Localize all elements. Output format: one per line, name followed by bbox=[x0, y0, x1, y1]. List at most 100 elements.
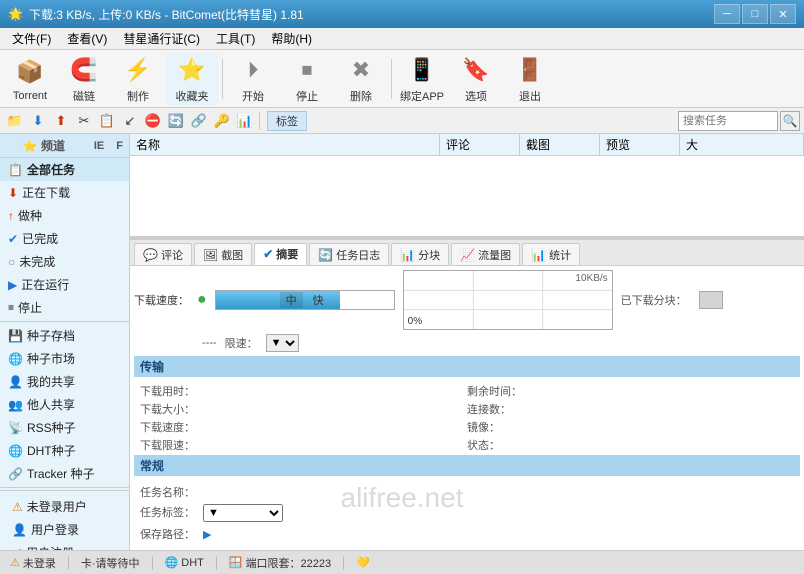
iconbar-sep1 bbox=[259, 112, 260, 130]
close-button[interactable]: ✕ bbox=[770, 4, 796, 24]
search-input[interactable] bbox=[678, 111, 778, 131]
sidebar-item-others-share[interactable]: 👥 他人共享 bbox=[0, 393, 129, 416]
sidebar-tab-channel[interactable]: ⭐ 频道 bbox=[0, 134, 88, 157]
speed-fast-btn[interactable]: 快 bbox=[307, 292, 330, 308]
all-tasks-icon: 📋 bbox=[8, 163, 23, 177]
market-icon: 🌐 bbox=[8, 352, 23, 366]
menu-help[interactable]: 帮助(H) bbox=[263, 28, 320, 49]
sidebar-item-market[interactable]: 🌐 种子市场 bbox=[0, 347, 129, 370]
sidebar-item-completed[interactable]: ✔ 已完成 bbox=[0, 227, 129, 250]
tab-screenshot[interactable]: 🖼 截图 bbox=[194, 243, 252, 265]
tab-stats[interactable]: 📊 统计 bbox=[522, 243, 580, 265]
sidebar-login[interactable]: 👤 用户登录 bbox=[4, 518, 125, 541]
bind-app-label: 绑定APP bbox=[400, 88, 444, 104]
tab-split[interactable]: 📊 分块 bbox=[391, 243, 449, 265]
sidebar-item-incomplete[interactable]: ○ 未完成 bbox=[0, 250, 129, 273]
sidebar-item-my-share[interactable]: 👤 我的共享 bbox=[0, 370, 129, 393]
sidebar-item-downloading[interactable]: ⬇ 正在下载 bbox=[0, 181, 129, 204]
sidebar-item-seeding[interactable]: ↑ 做种 bbox=[0, 204, 129, 227]
toolbar-make[interactable]: ⚡ 制作 bbox=[112, 53, 164, 105]
all-tasks-label: 全部任务 bbox=[27, 161, 75, 178]
iconbar-cut[interactable]: ✂ bbox=[73, 110, 95, 132]
toolbar-quit[interactable]: 🚪 退出 bbox=[504, 53, 556, 105]
sidebar-register[interactable]: ✔ 用户注册 bbox=[4, 541, 125, 550]
summary-icon: ✔ bbox=[263, 247, 273, 261]
sidebar: ⭐ 频道 IE F 📋 全部任务 ⬇ 正在下载 ↑ 做种 ✔ 已完成 ○ 未完成… bbox=[0, 134, 130, 550]
sidebar-item-running[interactable]: ▶ 正在运行 bbox=[0, 273, 129, 296]
tab-task-log[interactable]: 🔄 任务日志 bbox=[309, 243, 389, 265]
iconbar-chart[interactable]: 📊 bbox=[234, 110, 256, 132]
limit-select[interactable]: ▼ bbox=[266, 334, 299, 352]
sep1 bbox=[222, 59, 223, 99]
toolbar-start[interactable]: ⏵ 开始 bbox=[227, 53, 279, 105]
dht-icon: 🌐 bbox=[8, 444, 23, 458]
status-bar: ⚠ 未登录 卡·请等待中 🌐 DHT 🪟 端口限套：22223 💛 bbox=[0, 550, 804, 574]
tab-comment[interactable]: 💬 评论 bbox=[134, 243, 192, 265]
iconbar-refresh[interactable]: 🔄 bbox=[165, 110, 187, 132]
iconbar-key[interactable]: 🔑 bbox=[211, 110, 233, 132]
connections-key: 连接数： bbox=[467, 401, 511, 417]
downloading-label: 正在下载 bbox=[22, 184, 70, 201]
task-log-icon: 🔄 bbox=[318, 248, 333, 262]
sidebar-user-status: ⚠ 未登录用户 bbox=[4, 495, 125, 518]
menu-file[interactable]: 文件(F) bbox=[4, 28, 59, 49]
task-name-key: 任务名称： bbox=[140, 484, 195, 500]
sidebar-item-all-tasks[interactable]: 📋 全部任务 bbox=[0, 158, 129, 181]
maximize-button[interactable]: □ bbox=[742, 4, 768, 24]
iconbar-clip[interactable]: 📋 bbox=[96, 110, 118, 132]
toolbar-options[interactable]: 🔖 选项 bbox=[450, 53, 502, 105]
save-path-val: ▶ bbox=[203, 526, 794, 542]
sidebar-item-stopped[interactable]: ⏹ 停止 bbox=[0, 296, 129, 319]
info-row-dl-speed: 下载速度： bbox=[140, 419, 467, 435]
others-share-icon: 👥 bbox=[8, 398, 23, 412]
iconbar-arrow-dl[interactable]: ↙ bbox=[119, 110, 141, 132]
sidebar-tab-ie[interactable]: IE bbox=[88, 134, 110, 157]
toolbar-stop[interactable]: ⏹ 停止 bbox=[281, 53, 333, 105]
speed-chart: 10KB/s 0% bbox=[403, 270, 613, 330]
incomplete-label: 未完成 bbox=[19, 253, 55, 270]
info-row-status: 状态： bbox=[467, 437, 794, 453]
tab-summary[interactable]: ✔ 摘要 bbox=[254, 243, 307, 265]
info-row-connections: 连接数： bbox=[467, 401, 794, 417]
sidebar-item-rss[interactable]: 📡 RSS种子 bbox=[0, 416, 129, 439]
iconbar-folder[interactable]: 📁 bbox=[4, 110, 26, 132]
tracker-icon: 🔗 bbox=[8, 467, 23, 481]
stopped-icon: ⏹ bbox=[8, 300, 14, 315]
start-icon: ⏵ bbox=[237, 54, 269, 86]
tag-button[interactable]: 标签 bbox=[267, 111, 307, 131]
play-path-icon[interactable]: ▶ bbox=[203, 528, 211, 541]
status-div3 bbox=[216, 556, 217, 570]
toolbar-favorites[interactable]: ⭐ 收藏夹 bbox=[166, 53, 218, 105]
toolbar-torrent[interactable]: 📦 Torrent bbox=[4, 53, 56, 105]
sidebar-item-archive[interactable]: 💾 种子存档 bbox=[0, 324, 129, 347]
minimize-button[interactable]: ─ bbox=[714, 4, 740, 24]
sidebar-tab-f[interactable]: F bbox=[110, 134, 129, 157]
iconbar-up-red[interactable]: ⬆ bbox=[50, 110, 72, 132]
magnet-label: 磁链 bbox=[73, 88, 95, 104]
make-icon: ⚡ bbox=[122, 54, 154, 86]
task-list-body[interactable] bbox=[130, 156, 804, 236]
running-icon: ▶ bbox=[8, 278, 17, 292]
task-tag-select[interactable]: ▼ bbox=[203, 504, 283, 522]
menu-tools[interactable]: 工具(T) bbox=[208, 28, 263, 49]
tab-traffic[interactable]: 📈 流量图 bbox=[451, 243, 520, 265]
toolbar-bind-app[interactable]: 📱 绑定APP bbox=[396, 53, 448, 105]
sidebar-item-dht[interactable]: 🌐 DHT种子 bbox=[0, 439, 129, 462]
dl-block-indicator bbox=[699, 291, 723, 309]
sep2 bbox=[391, 59, 392, 99]
completed-label: 已完成 bbox=[22, 230, 58, 247]
menu-comet-pass[interactable]: 彗星通行证(C) bbox=[115, 28, 208, 49]
iconbar-down-green[interactable]: ⬇ bbox=[27, 110, 49, 132]
speed-medium-btn[interactable]: 中 bbox=[280, 292, 303, 308]
search-button[interactable]: 🔍 bbox=[780, 111, 800, 131]
archive-label: 种子存档 bbox=[27, 327, 75, 344]
dl-speed-key: 下载速度： bbox=[140, 419, 195, 435]
iconbar-link[interactable]: 🔗 bbox=[188, 110, 210, 132]
magnet-icon: 🧲 bbox=[68, 54, 100, 86]
menu-view[interactable]: 查看(V) bbox=[59, 28, 115, 49]
toolbar-magnet[interactable]: 🧲 磁链 bbox=[58, 53, 110, 105]
toolbar-delete[interactable]: ✖ 删除 bbox=[335, 53, 387, 105]
split-icon: 📊 bbox=[400, 248, 415, 262]
iconbar-stop-red[interactable]: ⛔ bbox=[142, 110, 164, 132]
sidebar-item-tracker[interactable]: 🔗 Tracker 种子 bbox=[0, 462, 129, 485]
